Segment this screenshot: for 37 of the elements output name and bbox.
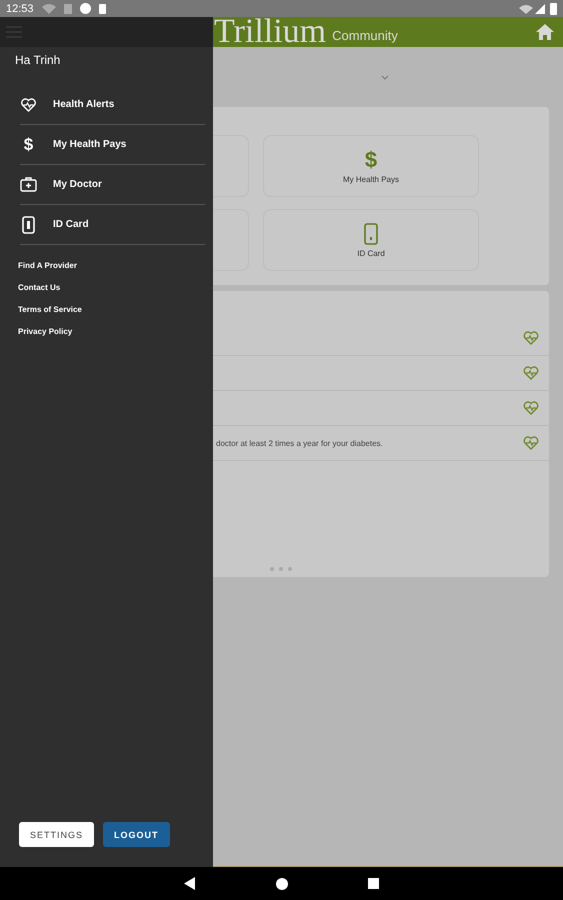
logo-text: Trillium: [214, 17, 326, 47]
drawer-item[interactable]: My Doctor: [20, 165, 205, 205]
drawer-item[interactable]: $ My Health Pays: [20, 125, 205, 165]
phone-icon: [20, 216, 37, 234]
settings-button[interactable]: SETTINGS: [19, 822, 94, 847]
drawer-link[interactable]: Terms of Service: [18, 305, 82, 314]
dollar-icon: $: [364, 148, 378, 170]
medical-bag-icon: [20, 177, 37, 192]
heart-pulse-icon[interactable]: [523, 436, 539, 450]
status-time: 12:53: [6, 2, 34, 14]
page-dots: [268, 565, 294, 573]
heart-pulse-icon[interactable]: [523, 366, 539, 380]
drawer-link[interactable]: Privacy Policy: [18, 327, 72, 336]
alert-text: doctor at least 2 times a year for your diabetes.: [215, 438, 383, 448]
heart-pulse-icon[interactable]: [523, 401, 539, 415]
user-name: Ha Trinh: [15, 53, 62, 67]
logout-button[interactable]: LOGOUT: [103, 822, 170, 847]
heart-pulse-icon: [20, 98, 37, 112]
drawer-item[interactable]: Health Alerts: [20, 85, 205, 125]
wifi-icon: [42, 3, 56, 14]
phone-icon: [364, 222, 378, 244]
back-icon[interactable]: [184, 877, 196, 890]
home-circle-icon[interactable]: [276, 878, 288, 890]
menu-tile[interactable]: ID Card: [263, 209, 479, 271]
sd-card-icon: [98, 4, 106, 14]
app-circle-icon: [80, 3, 91, 14]
signal-battery-icons: [519, 2, 559, 14]
drawer-item[interactable]: ID Card: [20, 205, 205, 245]
menu-tile[interactable]: $ My Health Pays: [263, 135, 479, 197]
home-icon[interactable]: [535, 23, 555, 41]
heart-pulse-icon[interactable]: [523, 331, 539, 345]
chevron-down-icon[interactable]: [381, 74, 389, 80]
dollar-icon: $: [20, 134, 37, 154]
drawer-link[interactable]: Find A Provider: [18, 261, 77, 270]
drawer-link[interactable]: Contact Us: [18, 283, 60, 292]
logo-subtitle: Community: [332, 28, 398, 43]
sim-icon: [64, 4, 72, 14]
